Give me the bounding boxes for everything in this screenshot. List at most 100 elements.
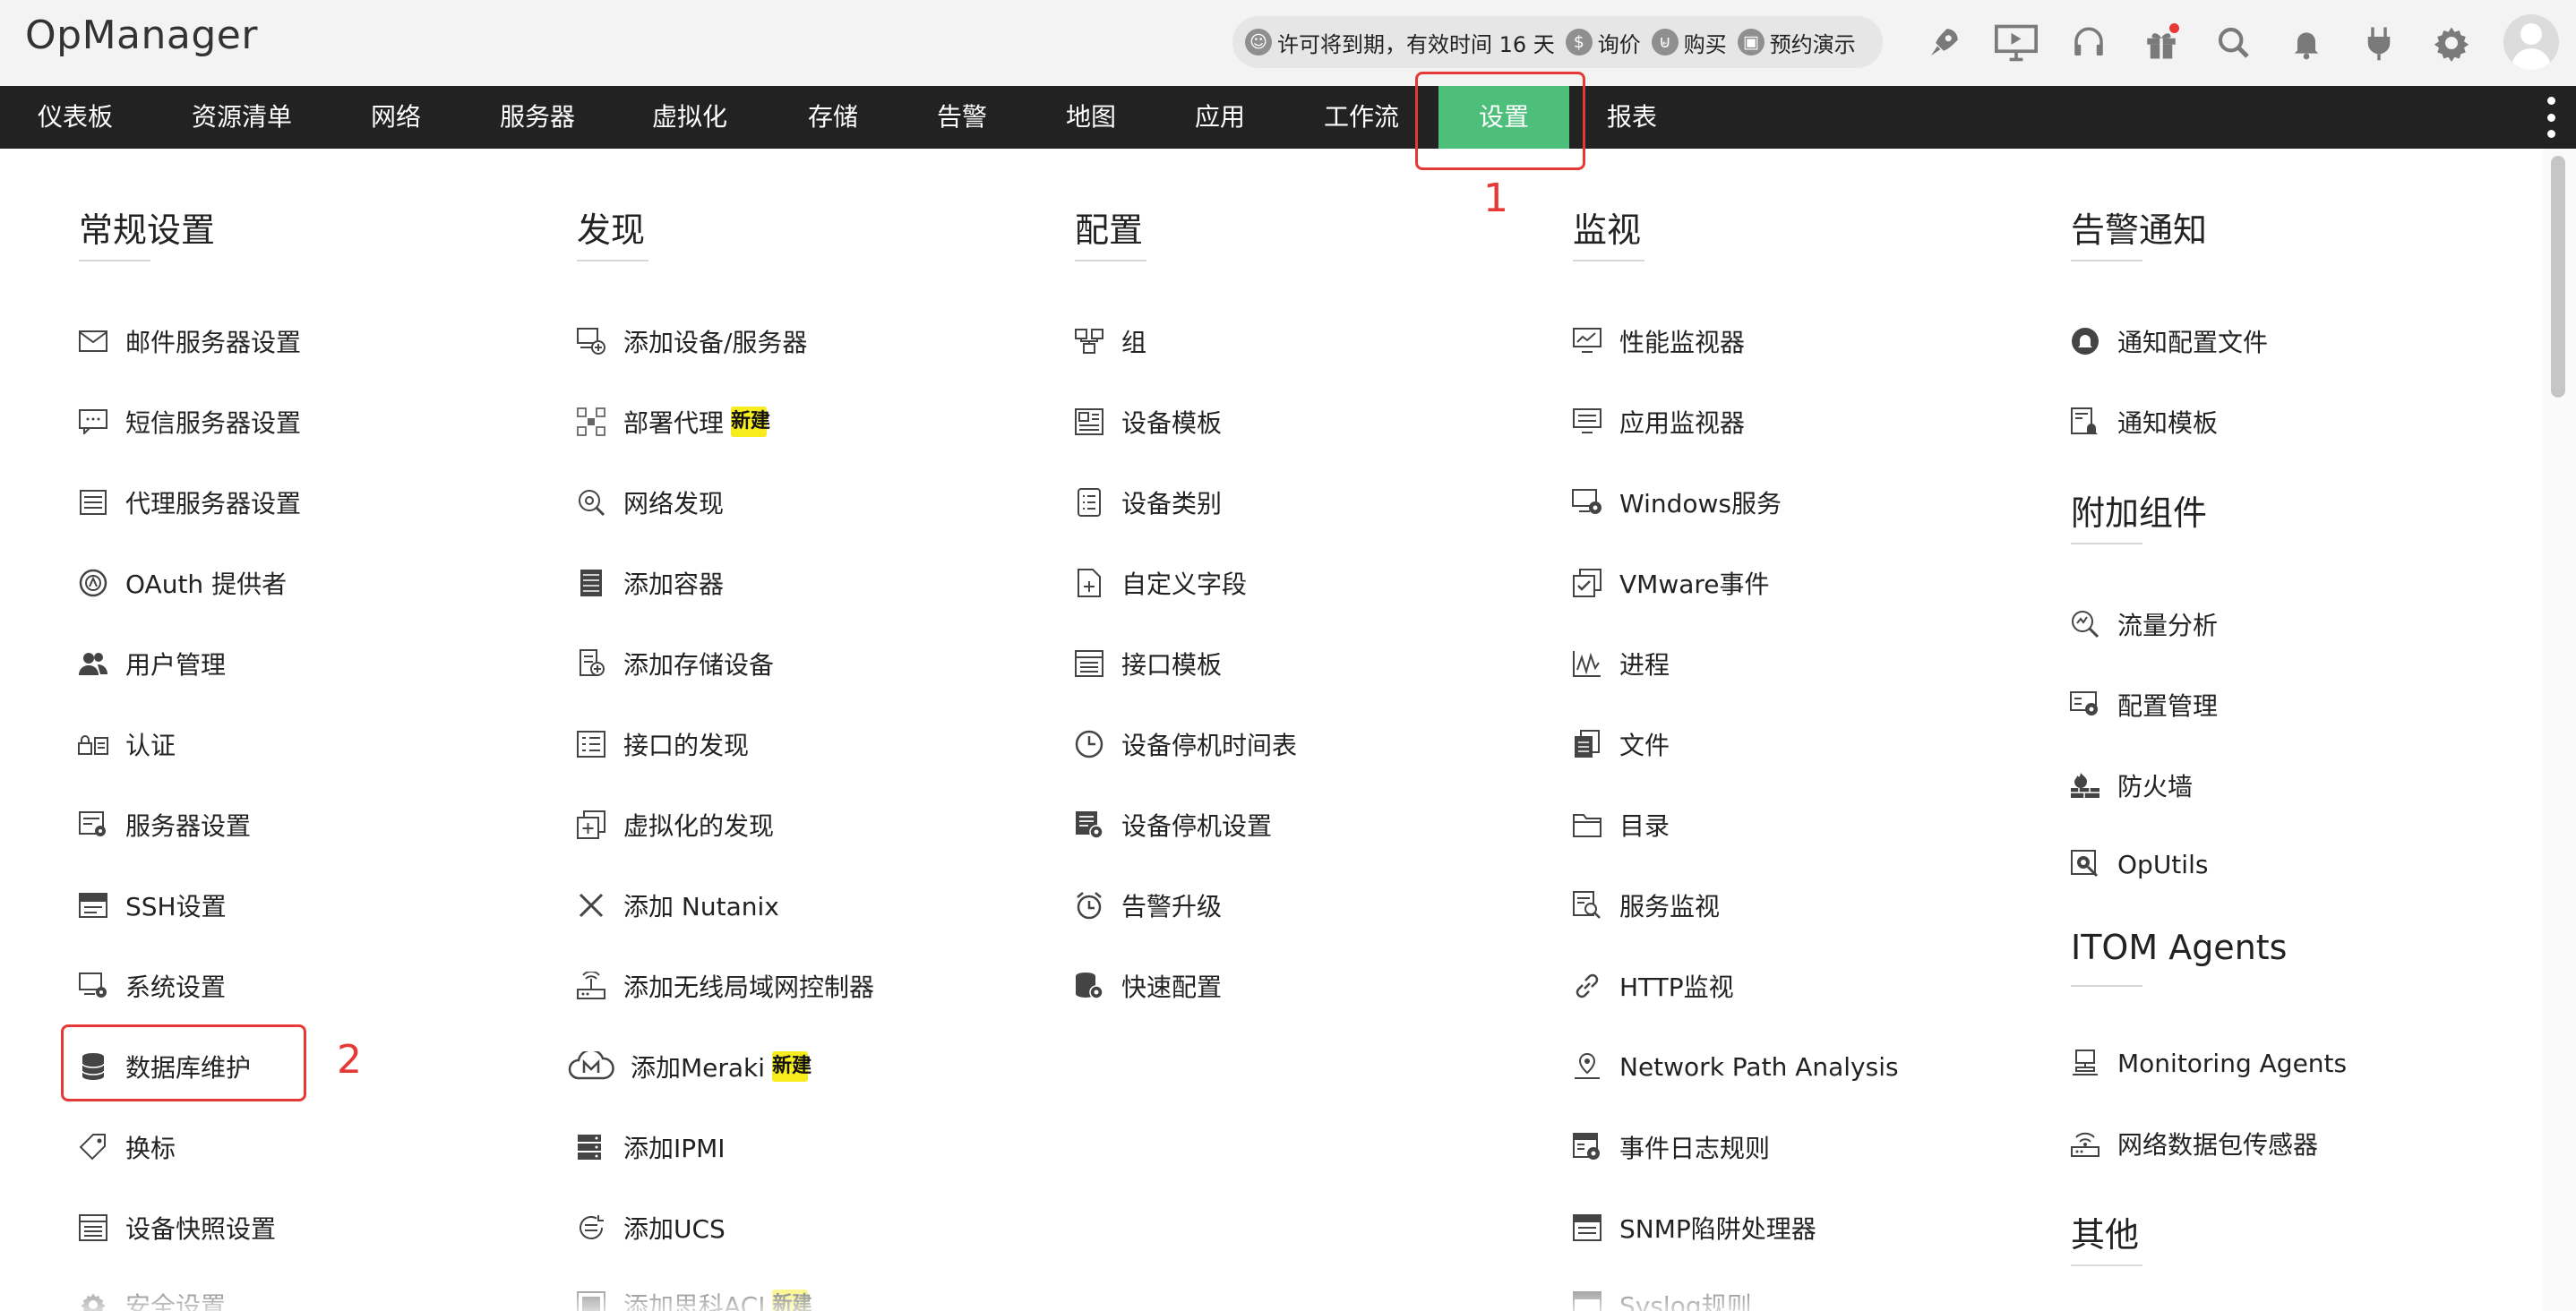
menu-item-label: 设备模板 [1121, 408, 1223, 438]
header-icon-group [1917, 16, 2497, 70]
menu-item-alarm-escalation[interactable]: 告警升级 [1073, 883, 1222, 928]
menu-item-interface-discovery[interactable]: 接口的发现 [575, 722, 749, 767]
menu-item-add-wlc[interactable]: 添加无线局域网控制器 [575, 964, 874, 1008]
menu-item-netflow-analysis[interactable]: 流量分析 [2069, 602, 2218, 647]
nav-reports[interactable]: 报表 [1607, 86, 1657, 149]
menu-item-device-categories[interactable]: 设备类别 [1073, 480, 1222, 525]
menu-item-notification-profiles[interactable]: 通知配置文件 [2069, 319, 2268, 364]
menu-item-application-monitors[interactable]: 应用监视器 [1571, 399, 1745, 444]
top-header: OpManager ☺ 许可将到期，有效时间 16 天 $ 询价 ⊌ 购买 ▣ … [0, 0, 2576, 86]
menu-item-add-meraki[interactable]: 添加Meraki 新建 [568, 1044, 811, 1089]
nav-maps[interactable]: 地图 [1066, 86, 1116, 149]
menu-item-downtime-schedule[interactable]: 设备停机时间表 [1073, 722, 1297, 767]
monitoring-agent-icon [2069, 1047, 2101, 1079]
menu-item-sms-server[interactable]: 短信服务器设置 [77, 399, 301, 444]
menu-item-oauth[interactable]: OAuth 提供者 [77, 561, 287, 605]
menu-item-add-ipmi[interactable]: 添加IPMI [575, 1125, 726, 1170]
menu-item-performance-monitors[interactable]: 性能监视器 [1571, 319, 1745, 364]
menu-item-label: 代理服务器设置 [125, 489, 302, 518]
rocket-icon[interactable] [1917, 16, 1971, 70]
menu-item-service-monitors[interactable]: 服务监视 [1571, 883, 1720, 928]
menu-item-groups[interactable]: 组 [1073, 319, 1146, 364]
menu-item-interface-templates[interactable]: 接口模板 [1073, 641, 1222, 686]
menu-item-add-cisco-aci[interactable]: 添加思科ACI 新建 [575, 1282, 812, 1311]
gear-icon [77, 1289, 109, 1311]
menu-item-http-monitors[interactable]: HTTP监视 [1571, 964, 1734, 1008]
menu-item-monitoring-agents[interactable]: Monitoring Agents [2069, 1041, 2347, 1085]
nav-network[interactable]: 网络 [371, 86, 421, 149]
search-icon[interactable] [2207, 16, 2261, 70]
monitoring-title: 监视 [1573, 202, 1645, 261]
menu-item-device-snapshot[interactable]: 设备快照设置 [77, 1205, 276, 1250]
license-bar: ☺ 许可将到期，有效时间 16 天 $ 询价 ⊌ 购买 ▣ 预约演示 [1232, 16, 1883, 68]
menu-item-device-templates[interactable]: 设备模板 [1073, 399, 1222, 444]
quote-link[interactable]: $ 询价 [1565, 27, 1641, 58]
demo-link[interactable]: ▣ 预约演示 [1737, 27, 1856, 58]
menu-item-add-container[interactable]: 添加容器 [575, 561, 724, 605]
menu-item-firewall[interactable]: 防火墙 [2069, 763, 2193, 808]
menu-item-processes[interactable]: 进程 [1571, 641, 1670, 686]
menu-item-virtualization-discovery[interactable]: 虚拟化的发现 [575, 802, 774, 847]
menu-item-add-storage[interactable]: 添加存储设备 [575, 641, 774, 686]
nutanix-icon [575, 889, 607, 921]
headset-icon[interactable] [2062, 16, 2116, 70]
menu-item-deploy-agent[interactable]: 部署代理 新建 [575, 399, 770, 444]
nav-workflow[interactable]: 工作流 [1324, 86, 1399, 149]
plug-icon[interactable] [2352, 16, 2406, 70]
menu-item-authentication[interactable]: 认证 [77, 722, 176, 767]
menu-item-user-management[interactable]: 用户管理 [77, 641, 226, 686]
nav-servers[interactable]: 服务器 [500, 86, 575, 149]
menu-item-folders[interactable]: 目录 [1571, 802, 1670, 847]
menu-item-rebranding[interactable]: 换标 [77, 1125, 176, 1170]
add-device-icon [575, 325, 607, 357]
menu-item-add-nutanix[interactable]: 添加 Nutanix [575, 883, 779, 928]
menu-item-files[interactable]: 文件 [1571, 722, 1670, 767]
menu-item-system-settings[interactable]: 系统设置 [77, 964, 226, 1008]
menu-item-network-path-analysis[interactable]: Network Path Analysis [1571, 1044, 1899, 1089]
nav-virtualization[interactable]: 虚拟化 [652, 86, 727, 149]
menu-item-network-discovery[interactable]: 网络发现 [575, 480, 724, 525]
menu-item-packet-sensor[interactable]: 网络数据包传感器 [2069, 1121, 2318, 1166]
menu-item-add-ucs[interactable]: 添加UCS [575, 1205, 726, 1250]
scrollbar-thumb[interactable] [2551, 156, 2565, 398]
menu-item-add-device[interactable]: 添加设备/服务器 [575, 319, 807, 364]
menu-item-eventlog-rules[interactable]: 事件日志规则 [1571, 1125, 1770, 1170]
bell-icon[interactable] [2280, 16, 2333, 70]
menu-item-mail-server[interactable]: 邮件服务器设置 [77, 319, 301, 364]
license-expiry[interactable]: ☺ 许可将到期，有效时间 16 天 [1245, 27, 1555, 58]
menu-item-ssh-settings[interactable]: SSH设置 [77, 883, 227, 928]
menu-item-quick-config[interactable]: 快速配置 [1073, 964, 1222, 1008]
app-logo[interactable]: OpManager [25, 13, 258, 58]
menu-item-custom-fields[interactable]: 自定义字段 [1073, 561, 1247, 605]
menu-item-notification-templates[interactable]: 通知模板 [2069, 399, 2218, 444]
nav-alarms[interactable]: 告警 [937, 86, 987, 149]
menu-item-label: OAuth 提供者 [125, 570, 288, 599]
config-management-icon [2069, 689, 2101, 721]
gift-icon[interactable] [2134, 16, 2188, 70]
nav-storage[interactable]: 存储 [808, 86, 858, 149]
buy-link[interactable]: ⊌ 购买 [1651, 27, 1727, 58]
menu-item-proxy-server[interactable]: 代理服务器设置 [77, 480, 301, 525]
menu-item-config-management[interactable]: 配置管理 [2069, 682, 2218, 727]
menu-item-vmware-events[interactable]: VMware事件 [1571, 561, 1770, 605]
menu-item-security-settings[interactable]: 安全设置 [77, 1282, 226, 1311]
user-avatar[interactable] [2503, 14, 2559, 70]
presentation-icon[interactable] [1989, 16, 2043, 70]
nav-inventory[interactable]: 资源清单 [192, 86, 292, 149]
gear-icon[interactable] [2425, 16, 2478, 70]
menu-item-windows-services[interactable]: Windows服务 [1571, 480, 1782, 525]
configuration-title: 配置 [1075, 202, 1147, 261]
annotation-number-2: 2 [337, 1037, 362, 1083]
virtual-add-icon [575, 809, 607, 841]
nav-dashboard[interactable]: 仪表板 [38, 86, 113, 149]
wireless-router-icon [575, 970, 607, 1002]
more-menu-icon[interactable] [2542, 97, 2560, 138]
nav-apps[interactable]: 应用 [1195, 86, 1245, 149]
menu-item-downtime-settings[interactable]: 设备停机设置 [1073, 802, 1272, 847]
menu-item-server-settings[interactable]: 服务器设置 [77, 802, 251, 847]
menu-item-snmp-trap-processor[interactable]: SNMP陷阱处理器 [1571, 1205, 1816, 1250]
menu-item-label: 告警升级 [1121, 892, 1223, 921]
menu-item-oputils[interactable]: OpUtils [2069, 842, 2208, 887]
menu-item-syslog-rules[interactable]: Syslog规则 [1571, 1282, 1752, 1311]
menu-item-label: 自定义字段 [1121, 570, 1248, 599]
